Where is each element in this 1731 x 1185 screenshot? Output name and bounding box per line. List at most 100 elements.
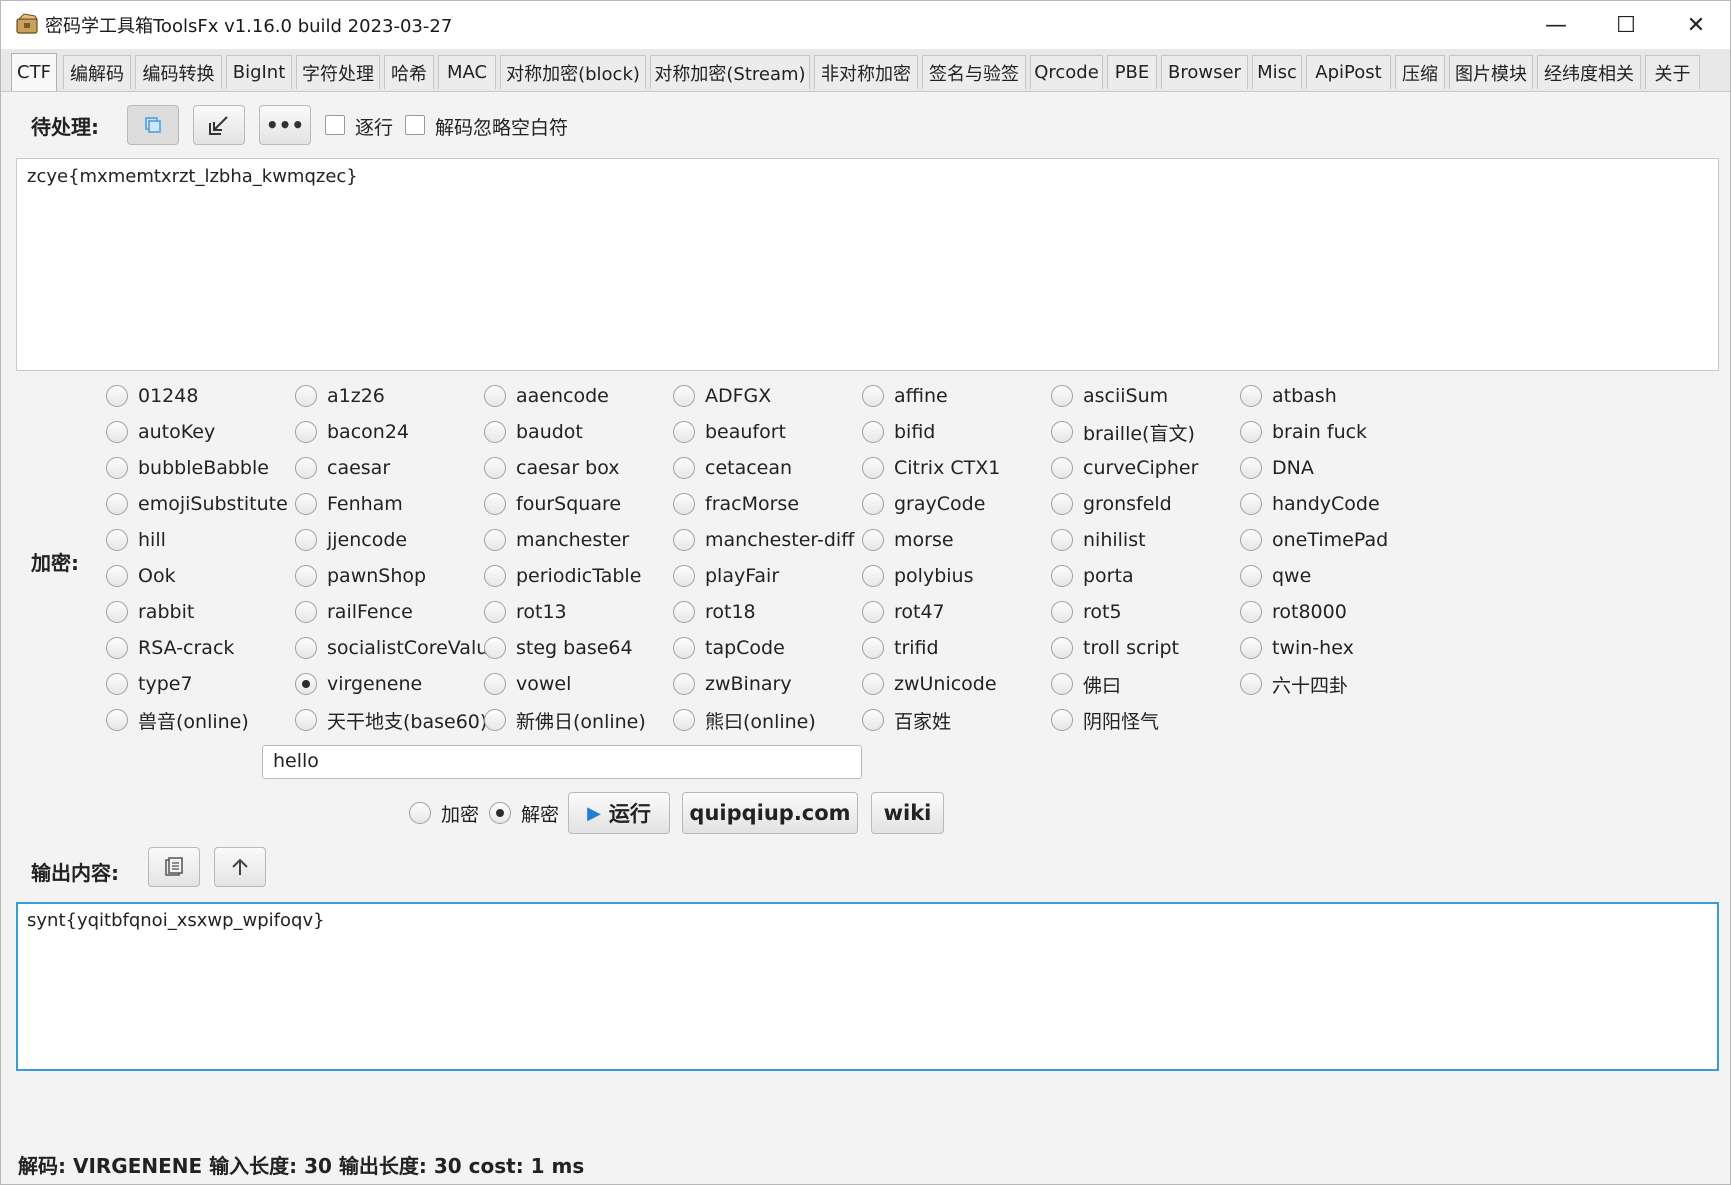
algorithm-option[interactable]: Citrix CTX1	[862, 454, 1000, 482]
algorithm-option[interactable]: ADFGX	[673, 382, 771, 410]
tab-asymmetric[interactable]: 非对称加密	[814, 55, 918, 89]
algorithm-option[interactable]: 阴阳怪气	[1051, 706, 1159, 734]
tab-misc[interactable]: Misc	[1252, 55, 1302, 89]
tab-encoding-convert[interactable]: 编码转换	[135, 55, 222, 89]
algorithm-option[interactable]: nihilist	[1051, 526, 1146, 554]
algorithm-option[interactable]: cetacean	[673, 454, 792, 482]
algorithm-option[interactable]: asciiSum	[1051, 382, 1168, 410]
algorithm-option[interactable]: periodicTable	[484, 562, 641, 590]
copy-input-button[interactable]	[127, 105, 179, 145]
copy-output-button[interactable]	[148, 847, 200, 887]
algorithm-option[interactable]: oneTimePad	[1240, 526, 1388, 554]
algorithm-option[interactable]: handyCode	[1240, 490, 1380, 518]
output-textarea[interactable]: synt{yqitbfqnoi_xsxwp_wpifoqv}	[16, 902, 1719, 1071]
algorithm-option[interactable]: virgenene	[295, 670, 422, 698]
algorithm-option[interactable]: trifid	[862, 634, 939, 662]
tab-symmetric-block[interactable]: 对称加密(block)	[500, 55, 646, 89]
algorithm-option[interactable]: qwe	[1240, 562, 1311, 590]
algorithm-option[interactable]: troll script	[1051, 634, 1179, 662]
algorithm-option[interactable]: zwBinary	[673, 670, 792, 698]
algorithm-option[interactable]: emojiSubstitute	[106, 490, 288, 518]
algorithm-option[interactable]: rabbit	[106, 598, 194, 626]
algorithm-option[interactable]: 新佛日(online)	[484, 706, 646, 734]
algorithm-option[interactable]: rot8000	[1240, 598, 1347, 626]
algorithm-option[interactable]: 天干地支(base60)	[295, 706, 487, 734]
algorithm-option[interactable]: 熊曰(online)	[673, 706, 816, 734]
algorithm-option[interactable]: fracMorse	[673, 490, 799, 518]
tab-symmetric-stream[interactable]: 对称加密(Stream)	[650, 55, 810, 89]
algorithm-option[interactable]: manchester	[484, 526, 629, 554]
algorithm-option[interactable]: steg base64	[484, 634, 633, 662]
algorithm-option[interactable]: jjencode	[295, 526, 407, 554]
algorithm-option[interactable]: rot5	[1051, 598, 1122, 626]
algorithm-option[interactable]: affine	[862, 382, 948, 410]
algorithm-option[interactable]: DNA	[1240, 454, 1314, 482]
run-button[interactable]: ▶ 运行	[568, 792, 670, 834]
wiki-button[interactable]: wiki	[871, 792, 944, 834]
algorithm-option[interactable]: rot13	[484, 598, 567, 626]
algorithm-option[interactable]: pawnShop	[295, 562, 426, 590]
algorithm-option[interactable]: autoKey	[106, 418, 215, 446]
algorithm-option[interactable]: gronsfeld	[1051, 490, 1172, 518]
move-up-button[interactable]	[214, 847, 266, 887]
close-button[interactable]: ✕	[1661, 1, 1731, 49]
algorithm-option[interactable]: a1z26	[295, 382, 385, 410]
algorithm-option[interactable]: Ook	[106, 562, 176, 590]
input-textarea[interactable]: zcye{mxmemtxrzt_lzbha_kwmqzec}	[16, 158, 1719, 371]
algorithm-option[interactable]: 兽音(online)	[106, 706, 249, 734]
algorithm-option[interactable]: caesar box	[484, 454, 620, 482]
tab-geo[interactable]: 经纬度相关	[1537, 55, 1641, 89]
algorithm-option[interactable]: braille(盲文)	[1051, 418, 1195, 446]
algorithm-option[interactable]: porta	[1051, 562, 1134, 590]
tab-ctf[interactable]: CTF	[11, 53, 57, 91]
more-options-button[interactable]: •••	[259, 105, 311, 145]
algorithm-option[interactable]: playFair	[673, 562, 779, 590]
algorithm-option[interactable]: caesar	[295, 454, 390, 482]
tab-hash[interactable]: 哈希	[384, 55, 434, 89]
algorithm-option[interactable]: polybius	[862, 562, 974, 590]
tab-compress[interactable]: 压缩	[1395, 55, 1445, 89]
mode-decrypt-radio[interactable]: 解密	[489, 799, 559, 827]
algorithm-option[interactable]: railFence	[295, 598, 413, 626]
tab-signature[interactable]: 签名与验签	[922, 55, 1026, 89]
algorithm-option[interactable]: RSA-crack	[106, 634, 234, 662]
algorithm-option[interactable]: 佛曰	[1051, 670, 1121, 698]
algorithm-option[interactable]: type7	[106, 670, 193, 698]
tab-apipost[interactable]: ApiPost	[1306, 55, 1391, 89]
algorithm-option[interactable]: brain fuck	[1240, 418, 1367, 446]
mode-encrypt-radio[interactable]: 加密	[409, 799, 479, 827]
algorithm-option[interactable]: rot47	[862, 598, 945, 626]
tab-qrcode[interactable]: Qrcode	[1030, 55, 1103, 89]
import-file-button[interactable]	[193, 105, 245, 145]
algorithm-option[interactable]: bacon24	[295, 418, 409, 446]
quipqiup-button[interactable]: quipqiup.com	[682, 792, 858, 834]
algorithm-option[interactable]: grayCode	[862, 490, 985, 518]
algorithm-option[interactable]: hill	[106, 526, 166, 554]
algorithm-option[interactable]: zwUnicode	[862, 670, 997, 698]
ignore-whitespace-checkbox[interactable]	[405, 115, 425, 135]
algorithm-option[interactable]: Fenham	[295, 490, 403, 518]
algorithm-option[interactable]: aaencode	[484, 382, 609, 410]
algorithm-option[interactable]: vowel	[484, 670, 571, 698]
tab-image-module[interactable]: 图片模块	[1449, 55, 1533, 89]
tab-pbe[interactable]: PBE	[1107, 55, 1157, 89]
tab-codec[interactable]: 编解码	[63, 55, 131, 89]
minimize-button[interactable]: —	[1521, 1, 1591, 49]
algorithm-option[interactable]: twin-hex	[1240, 634, 1354, 662]
algorithm-option[interactable]: bifid	[862, 418, 935, 446]
algorithm-option[interactable]: tapCode	[673, 634, 785, 662]
tab-string-process[interactable]: 字符处理	[296, 55, 380, 89]
algorithm-option[interactable]: socialistCoreValue	[295, 634, 500, 662]
maximize-button[interactable]: ☐	[1591, 1, 1661, 49]
key-input[interactable]: hello	[262, 745, 862, 779]
tab-browser[interactable]: Browser	[1161, 55, 1248, 89]
algorithm-option[interactable]: 百家姓	[862, 706, 951, 734]
algorithm-option[interactable]: manchester-diff	[673, 526, 854, 554]
algorithm-option[interactable]: 六十四卦	[1240, 670, 1348, 698]
line-by-line-checkbox[interactable]	[325, 115, 345, 135]
algorithm-option[interactable]: 01248	[106, 382, 198, 410]
algorithm-option[interactable]: beaufort	[673, 418, 786, 446]
algorithm-option[interactable]: bubbleBabble	[106, 454, 269, 482]
tab-about[interactable]: 关于	[1645, 55, 1700, 89]
algorithm-option[interactable]: baudot	[484, 418, 583, 446]
